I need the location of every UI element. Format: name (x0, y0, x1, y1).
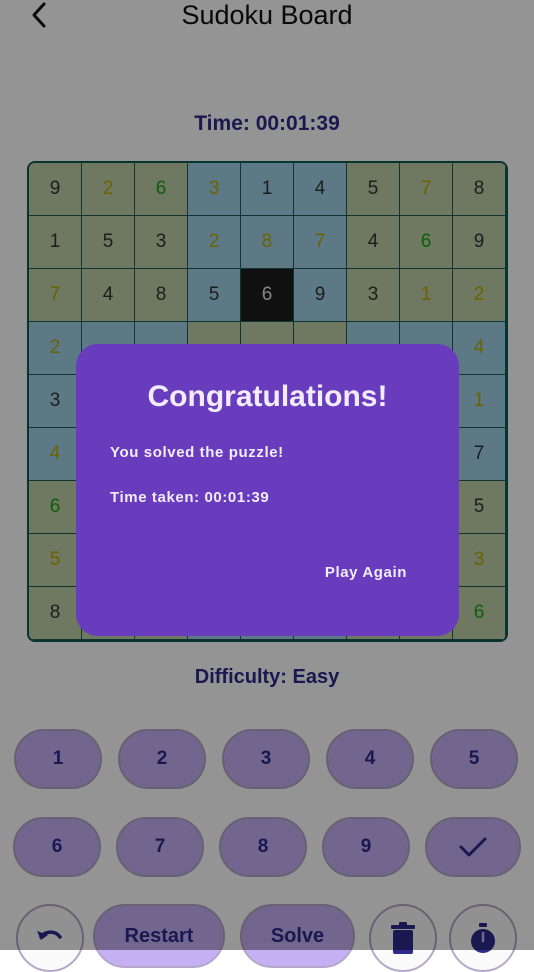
dialog-title: Congratulations! (147, 380, 388, 413)
dialog-message: You solved the puzzle! (110, 444, 284, 461)
congratulations-dialog: Congratulations! You solved the puzzle! … (76, 344, 459, 636)
play-again-button[interactable]: Play Again (325, 564, 407, 581)
dialog-time-taken: Time taken: 00:01:39 (110, 489, 270, 506)
